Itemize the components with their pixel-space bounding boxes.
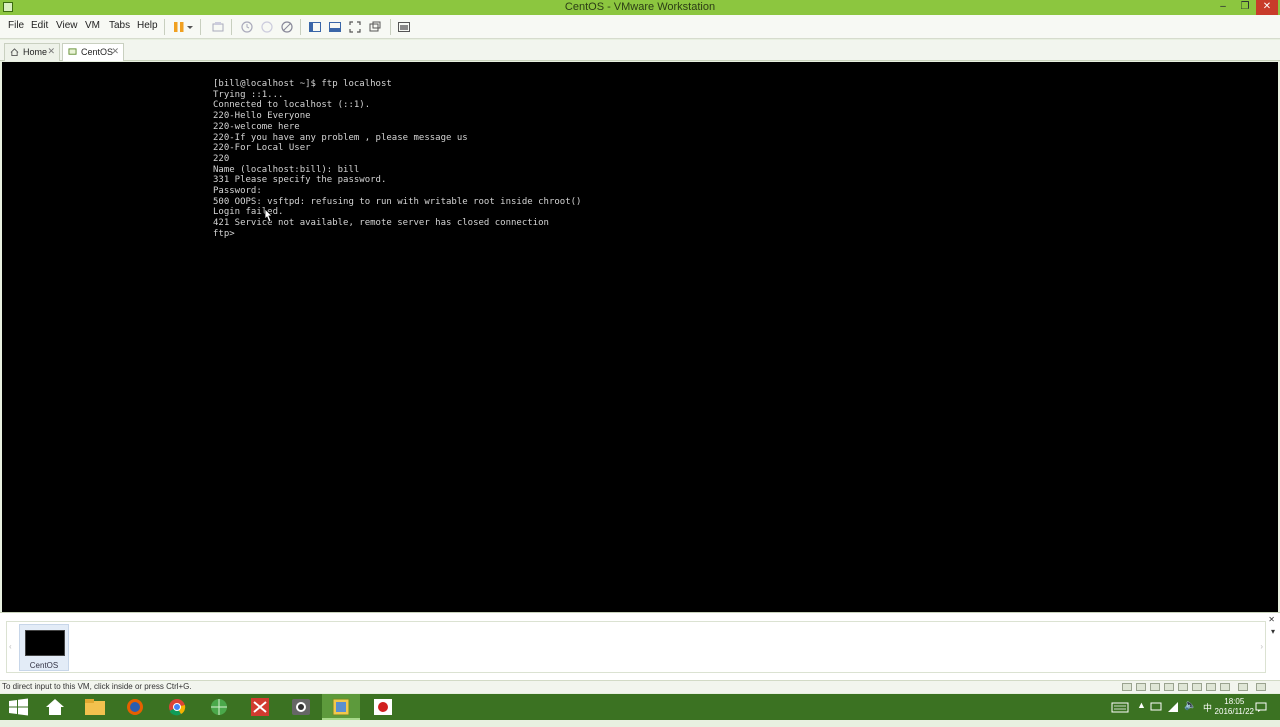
clock-time: 18:05: [1224, 697, 1245, 706]
window-titlebar: CentOS - VMware Workstation – ❐ ✕: [0, 0, 1280, 15]
menu-help[interactable]: Help: [137, 20, 158, 31]
vmware-taskbar-button[interactable]: [322, 694, 360, 720]
system-clock[interactable]: 18:05 2016/11/22: [1215, 697, 1254, 717]
console-line: Trying ::1...: [213, 89, 284, 100]
thumbnail-menu-icon[interactable]: ▾: [1271, 627, 1275, 636]
thumbnail-bar: ‹ CentOS › ✕ ▾: [0, 612, 1280, 680]
keyboard-layout-icon[interactable]: [1110, 694, 1130, 720]
fit-guest-icon[interactable]: [1256, 683, 1266, 691]
mouse-pointer-icon: [264, 208, 273, 223]
close-icon[interactable]: ✕: [47, 46, 55, 57]
console-line: 220-Hello Everyone: [213, 111, 311, 122]
close-icon[interactable]: ✕: [1256, 0, 1278, 15]
hard-disk-icon[interactable]: [1122, 683, 1132, 691]
window-title: CentOS - VMware Workstation: [564, 1, 716, 13]
usb-controller-icon[interactable]: [1164, 683, 1174, 691]
video-recorder-icon[interactable]: [364, 694, 402, 720]
snapshot-icon[interactable]: [240, 20, 254, 34]
close-icon[interactable]: ✕: [111, 46, 119, 57]
status-bar: To direct input to this VM, click inside…: [0, 680, 1280, 693]
toolbar-separator: [164, 19, 165, 35]
pause-icon[interactable]: [172, 20, 186, 34]
menu-vm[interactable]: VM: [85, 20, 100, 31]
media-app-icon[interactable]: [241, 694, 279, 720]
console-line: Connected to localhost (::1).: [213, 100, 371, 111]
dropdown-arrow-icon[interactable]: [186, 20, 194, 34]
tab-label: CentOS: [81, 47, 114, 57]
thumbnail-bar-icon[interactable]: [328, 20, 342, 34]
sound-card-icon[interactable]: [1178, 683, 1188, 691]
file-explorer-icon[interactable]: [76, 694, 114, 720]
console-line: 220-welcome here: [213, 121, 300, 132]
thumbnail-strip: ‹ CentOS ›: [6, 621, 1266, 673]
windows-start-icon[interactable]: [0, 694, 38, 720]
menu-file[interactable]: File: [8, 20, 24, 31]
cd-dvd-icon[interactable]: [1136, 683, 1146, 691]
vm-thumbnail-centos[interactable]: CentOS: [19, 624, 69, 671]
tab-label: Home: [23, 47, 48, 57]
input-method-icon[interactable]: 中: [1203, 701, 1212, 727]
console-line: 220-If you have any problem , please mes…: [213, 132, 468, 143]
console-line: 220-For Local User: [213, 143, 311, 154]
message-log-icon[interactable]: [1238, 683, 1248, 691]
full-screen-icon[interactable]: [348, 20, 362, 34]
network-status-icon[interactable]: [1167, 701, 1179, 713]
vmware-icon: [332, 698, 350, 716]
vm-icon: [68, 48, 77, 55]
scroll-left-icon[interactable]: ‹: [9, 642, 12, 651]
toolbar-separator: [200, 19, 201, 35]
firefox-icon[interactable]: [116, 694, 154, 720]
camera-app-icon[interactable]: [282, 694, 320, 720]
home-icon[interactable]: [36, 694, 74, 720]
close-thumbnail-bar-icon[interactable]: ✕: [1268, 615, 1275, 624]
console-line: [bill@localhost ~]$ ftp localhost: [213, 79, 392, 89]
console-line: Name (localhost:bill): bill: [213, 164, 360, 175]
vm-thumbnail-screen: [25, 630, 65, 656]
minimize-icon[interactable]: –: [1214, 0, 1232, 15]
console-line: Password:: [213, 186, 262, 197]
vm-thumbnail-label: CentOS: [29, 661, 59, 670]
printer-icon[interactable]: [1192, 683, 1202, 691]
clock-date: 2016/11/22: [1214, 707, 1254, 716]
tab-strip: Home ✕ CentOS ✕: [0, 40, 1280, 61]
usb-device-icon[interactable]: [1220, 683, 1230, 691]
restore-icon[interactable]: ❐: [1236, 0, 1254, 15]
vm-console[interactable]: [bill@localhost ~]$ ftp localhost Trying…: [2, 62, 1278, 612]
scroll-right-icon[interactable]: ›: [1260, 642, 1263, 651]
send-ctrl-alt-del-icon[interactable]: [211, 20, 225, 34]
network-globe-icon[interactable]: [200, 694, 238, 720]
toolbar-separator: [390, 19, 391, 35]
toolbar-separator: [300, 19, 301, 35]
snapshot-manager-icon[interactable]: [280, 20, 294, 34]
menu-tabs[interactable]: Tabs: [109, 20, 130, 31]
show-hidden-icons-icon[interactable]: ▲: [1137, 700, 1146, 726]
console-line: 500 OOPS: vsftpd: refusing to run with w…: [213, 196, 582, 207]
volume-icon[interactable]: 🔈: [1184, 700, 1196, 726]
menu-toolbar: File Edit View VM Tabs Help: [0, 15, 1280, 39]
windows-taskbar: ▲ 🔈 中 18:05 2016/11/22: [0, 694, 1280, 720]
action-center-icon[interactable]: [1150, 702, 1162, 712]
show-library-icon[interactable]: [308, 20, 322, 34]
menu-view[interactable]: View: [56, 20, 78, 31]
toolbar-separator: [231, 19, 232, 35]
menu-edit[interactable]: Edit: [31, 20, 48, 31]
display-icon[interactable]: [1206, 683, 1216, 691]
chrome-icon[interactable]: [158, 694, 196, 720]
home-icon: [10, 48, 19, 56]
console-line: 220: [213, 153, 230, 164]
console-line: 331 Please specify the password.: [213, 175, 387, 186]
status-text: To direct input to this VM, click inside…: [2, 682, 192, 691]
notifications-icon[interactable]: [1255, 702, 1267, 712]
unity-icon[interactable]: [368, 20, 382, 34]
tab-centos[interactable]: CentOS ✕: [62, 43, 124, 61]
console-view-icon[interactable]: [397, 20, 411, 34]
network-adapter-icon[interactable]: [1150, 683, 1160, 691]
revert-snapshot-icon[interactable]: [260, 20, 274, 34]
tab-home[interactable]: Home ✕: [4, 43, 60, 61]
console-line: ftp>: [213, 228, 235, 239]
